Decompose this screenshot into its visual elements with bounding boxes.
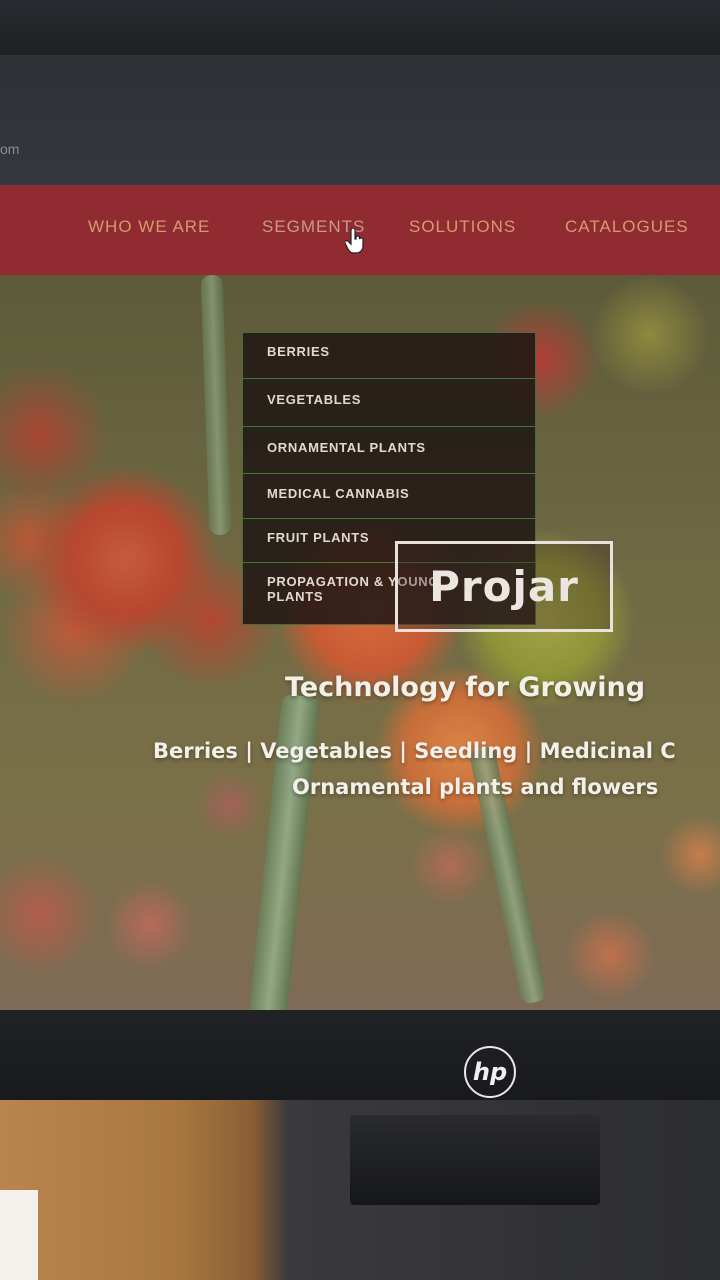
hp-logo: hp	[464, 1046, 516, 1098]
hero-tagline: Technology for Growing	[285, 672, 646, 703]
nav-catalogues[interactable]: CATALOGUES	[565, 217, 689, 237]
dropdown-item-berries[interactable]: BERRIES	[243, 333, 535, 379]
dropdown-item-vegetables[interactable]: VEGETABLES	[243, 379, 535, 427]
nav-who-we-are[interactable]: WHO WE ARE	[88, 217, 210, 237]
dropdown-item-ornamental-plants[interactable]: ORNAMENTAL PLANTS	[243, 427, 535, 474]
paper-sheet	[0, 1190, 38, 1280]
monitor-top-bezel	[0, 0, 720, 60]
hero-segments-line-2: Ornamental plants and flowers	[292, 775, 659, 799]
dropdown-item-medical-cannabis[interactable]: MEDICAL CANNABIS	[243, 474, 535, 519]
nav-solutions[interactable]: SOLUTIONS	[409, 217, 516, 237]
projar-logo[interactable]: Projar	[395, 541, 613, 632]
hero-segments-line: Berries | Vegetables | Seedling | Medici…	[153, 739, 676, 763]
monitor-stand	[350, 1115, 600, 1205]
monitor-screen: om WHO WE ARE SEGMENTS SOLUTIONS CATALOG…	[0, 55, 720, 1015]
logo-text: Projar	[429, 562, 579, 611]
address-bar-text[interactable]: om	[0, 141, 19, 157]
plant-stem	[200, 275, 232, 536]
browser-bar: om	[0, 55, 720, 185]
main-nav: WHO WE ARE SEGMENTS SOLUTIONS CATALOGUES	[0, 185, 720, 275]
hand-cursor-icon	[345, 228, 364, 254]
